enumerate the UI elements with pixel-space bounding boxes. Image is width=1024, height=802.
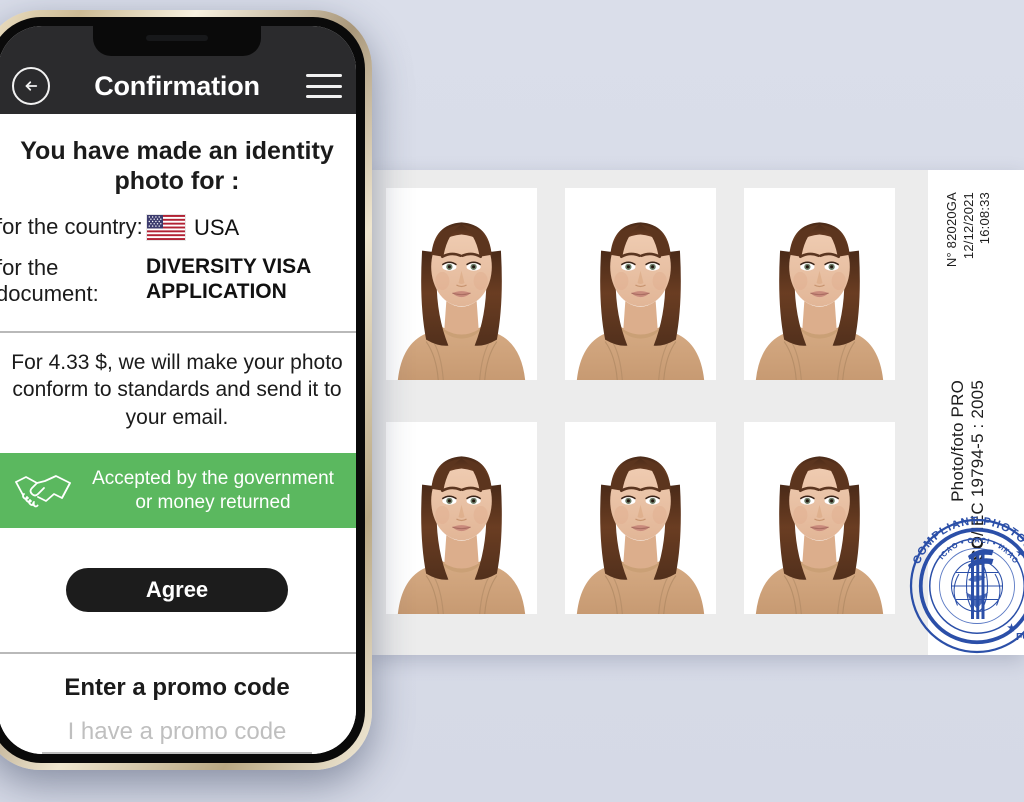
confirmation-headline: You have made an identity photo for :: [20, 137, 334, 195]
guarantee-banner: Accepted by the government or money retu…: [0, 452, 356, 529]
hamburger-menu-icon[interactable]: [306, 74, 342, 98]
identity-photo-portrait: [565, 422, 716, 614]
photo-grid: [372, 170, 928, 655]
icao-compliance-stamp-icon: COMPLIANT PHOTOS ICAO • OACI • ИКАО ★ ★ …: [909, 515, 1024, 654]
phone-screen: Confirmation You have made an identity p…: [0, 26, 356, 754]
identity-photo-portrait: [744, 188, 895, 380]
phone-notch: [93, 26, 261, 56]
identity-photo-portrait: [386, 422, 537, 614]
photo-cell: [386, 188, 537, 380]
photo-cell: [386, 422, 537, 614]
guarantee-text: Accepted by the government or money retu…: [92, 467, 334, 513]
photo-sheet: N° 82020GA 12/12/2021 16:08:33 Photo/fot…: [372, 170, 1024, 655]
photo-cell: [744, 422, 895, 614]
order-details: for the country: USA for the document: D…: [0, 210, 356, 327]
svg-text:FOR: FOR: [1016, 631, 1024, 643]
handshake-icon: [15, 474, 71, 507]
back-arrow-icon[interactable]: [12, 67, 50, 105]
usa-flag-icon: [146, 214, 186, 241]
detail-row-country: for the country: USA: [0, 210, 342, 251]
document-value: DIVERSITY VISA APPLICATION: [146, 255, 311, 303]
photo-sheet-info-panel: N° 82020GA 12/12/2021 16:08:33 Photo/fot…: [909, 170, 1024, 655]
page-title: Confirmation: [94, 70, 260, 101]
identity-photo-portrait: [744, 422, 895, 614]
app-body: You have made an identity photo for : fo…: [0, 114, 356, 754]
photo-cell: [744, 188, 895, 380]
photo-cell: [565, 422, 716, 614]
sheet-time: 16:08:33: [977, 192, 992, 245]
agree-button-area: Agree: [0, 528, 356, 652]
detail-row-document: for the document: DIVERSITY VISA APPLICA…: [0, 251, 342, 317]
header-row: Confirmation: [0, 58, 356, 114]
promo-title: Enter a promo code: [64, 674, 290, 701]
svg-text:★: ★: [1016, 548, 1024, 559]
country-value: USA: [194, 214, 240, 240]
sheet-serial-number: N° 82020GA: [943, 192, 959, 268]
pricing-description: For 4.33 $, we will make your photo conf…: [11, 350, 343, 429]
app-header: Confirmation: [0, 26, 356, 114]
document-label: for the document:: [0, 255, 99, 306]
photo-cell: [565, 188, 716, 380]
identity-photo-portrait: [386, 188, 537, 380]
smartphone-mockup: Confirmation You have made an identity p…: [0, 10, 372, 770]
promo-code-input[interactable]: [42, 716, 312, 754]
sheet-date: 12/12/2021: [961, 192, 976, 260]
phone-bezel: Confirmation You have made an identity p…: [0, 17, 365, 763]
earpiece-speaker: [146, 35, 208, 41]
country-label: for the country:: [0, 214, 143, 239]
sheet-brand-label: Photo/foto PRO: [948, 380, 967, 502]
country-value-wrap: USA: [146, 214, 342, 241]
promo-section: Enter a promo code: [0, 654, 356, 754]
agree-button[interactable]: Agree: [66, 568, 288, 613]
identity-photo-portrait: [565, 188, 716, 380]
svg-text:★: ★: [1007, 623, 1016, 634]
